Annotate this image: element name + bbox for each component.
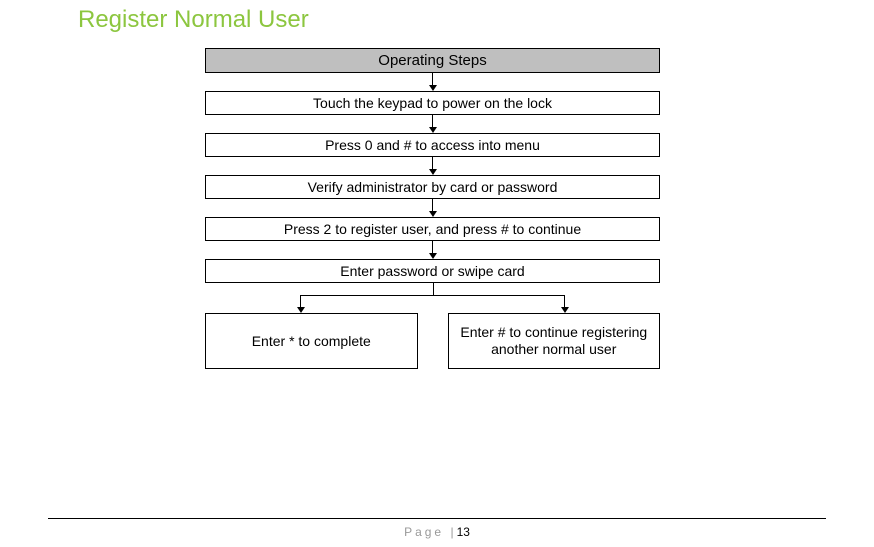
flowchart: Operating Steps Touch the keypad to powe… <box>205 48 660 369</box>
arrow-down-icon <box>205 199 660 217</box>
flow-step-left: Enter * to complete <box>205 313 418 369</box>
flow-split-icon <box>205 283 660 313</box>
flow-step: Touch the keypad to power on the lock <box>205 91 660 115</box>
flow-step: Verify administrator by card or password <box>205 175 660 199</box>
flow-step: Enter password or swipe card <box>205 259 660 283</box>
flow-step: Press 2 to register user, and press # to… <box>205 217 660 241</box>
flow-split-row: Enter * to complete Enter # to continue … <box>205 313 660 369</box>
flow-step-right: Enter # to continue registering another … <box>448 313 661 369</box>
page-title: Register Normal User <box>78 6 309 34</box>
arrow-down-icon <box>205 115 660 133</box>
footer-page-number: 13 <box>457 525 470 539</box>
footer-label: Page | <box>404 525 456 539</box>
arrow-down-icon <box>205 73 660 91</box>
flowchart-header: Operating Steps <box>205 48 660 73</box>
page-footer: Page |13 <box>0 525 874 539</box>
footer-divider <box>48 518 826 519</box>
arrow-down-icon <box>205 157 660 175</box>
flow-step: Press 0 and # to access into menu <box>205 133 660 157</box>
arrow-down-icon <box>205 241 660 259</box>
